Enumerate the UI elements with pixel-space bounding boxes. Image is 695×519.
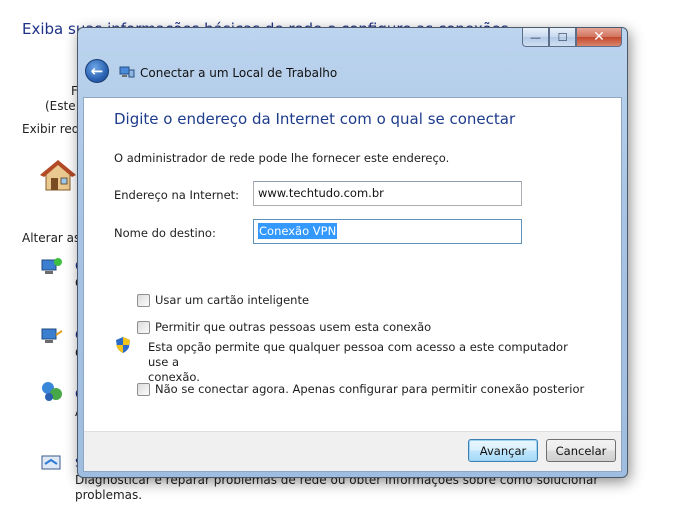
troubleshoot-icon: [40, 454, 64, 477]
allow-others-label: Permitir que outras pessoas usem esta co…: [155, 320, 432, 334]
maximize-button[interactable]: ☐: [549, 28, 576, 47]
title-bar[interactable]: — ☐ ✕ ← Conectar a um Local de Trabalho: [78, 28, 627, 98]
allow-others-checkbox[interactable]: [137, 320, 150, 334]
page-description: O administrador de rede pode lhe fornece…: [114, 151, 450, 165]
smart-card-checkbox[interactable]: [137, 293, 150, 307]
wizard-footer: Avançar Cancelar: [84, 431, 621, 471]
caption-buttons: — ☐ ✕: [522, 28, 622, 47]
connect-network-icon: [40, 325, 64, 350]
close-button[interactable]: ✕: [576, 28, 622, 47]
dont-connect-label: Não se conectar agora. Apenas configurar…: [155, 382, 585, 396]
selected-text: Conexão VPN: [258, 223, 338, 239]
diagnose-description-line2: problemas.: [75, 488, 143, 502]
next-button[interactable]: Avançar: [468, 439, 538, 462]
address-label: Endereço na Internet:: [114, 188, 240, 202]
smart-card-option[interactable]: Usar um cartão inteligente: [137, 293, 309, 307]
page-title: Digite o endereço da Internet com o qual…: [114, 110, 516, 128]
homegroup-icon: [40, 380, 64, 407]
house-icon: [40, 158, 76, 195]
network-connection-icon: [119, 65, 135, 82]
allow-others-hint-line1: Esta opção permite que qualquer pessoa c…: [148, 340, 568, 369]
wizard-content: Digite o endereço da Internet com o qual…: [83, 97, 622, 472]
allow-others-hint: Esta opção permite que qualquer pessoa c…: [148, 340, 568, 385]
window-title: Conectar a um Local de Trabalho: [140, 66, 338, 80]
cancel-button[interactable]: Cancelar: [546, 439, 616, 462]
smart-card-label: Usar um cartão inteligente: [155, 293, 310, 307]
dont-connect-checkbox[interactable]: [137, 382, 150, 396]
back-arrow-icon[interactable]: ←: [85, 59, 109, 83]
dont-connect-option[interactable]: Não se conectar agora. Apenas configurar…: [137, 382, 584, 396]
destination-name-input[interactable]: Conexão VPN: [253, 219, 522, 244]
minimize-button[interactable]: —: [522, 28, 549, 47]
internet-address-input[interactable]: www.techtudo.com.br: [253, 181, 522, 206]
uac-shield-icon: [116, 337, 130, 356]
destination-label: Nome do destino:: [114, 226, 216, 240]
connect-workplace-dialog: — ☐ ✕ ← Conectar a um Local de Trabalho …: [77, 27, 628, 478]
network-setup-icon: [40, 256, 64, 281]
allow-others-option[interactable]: Permitir que outras pessoas usem esta co…: [137, 320, 431, 334]
